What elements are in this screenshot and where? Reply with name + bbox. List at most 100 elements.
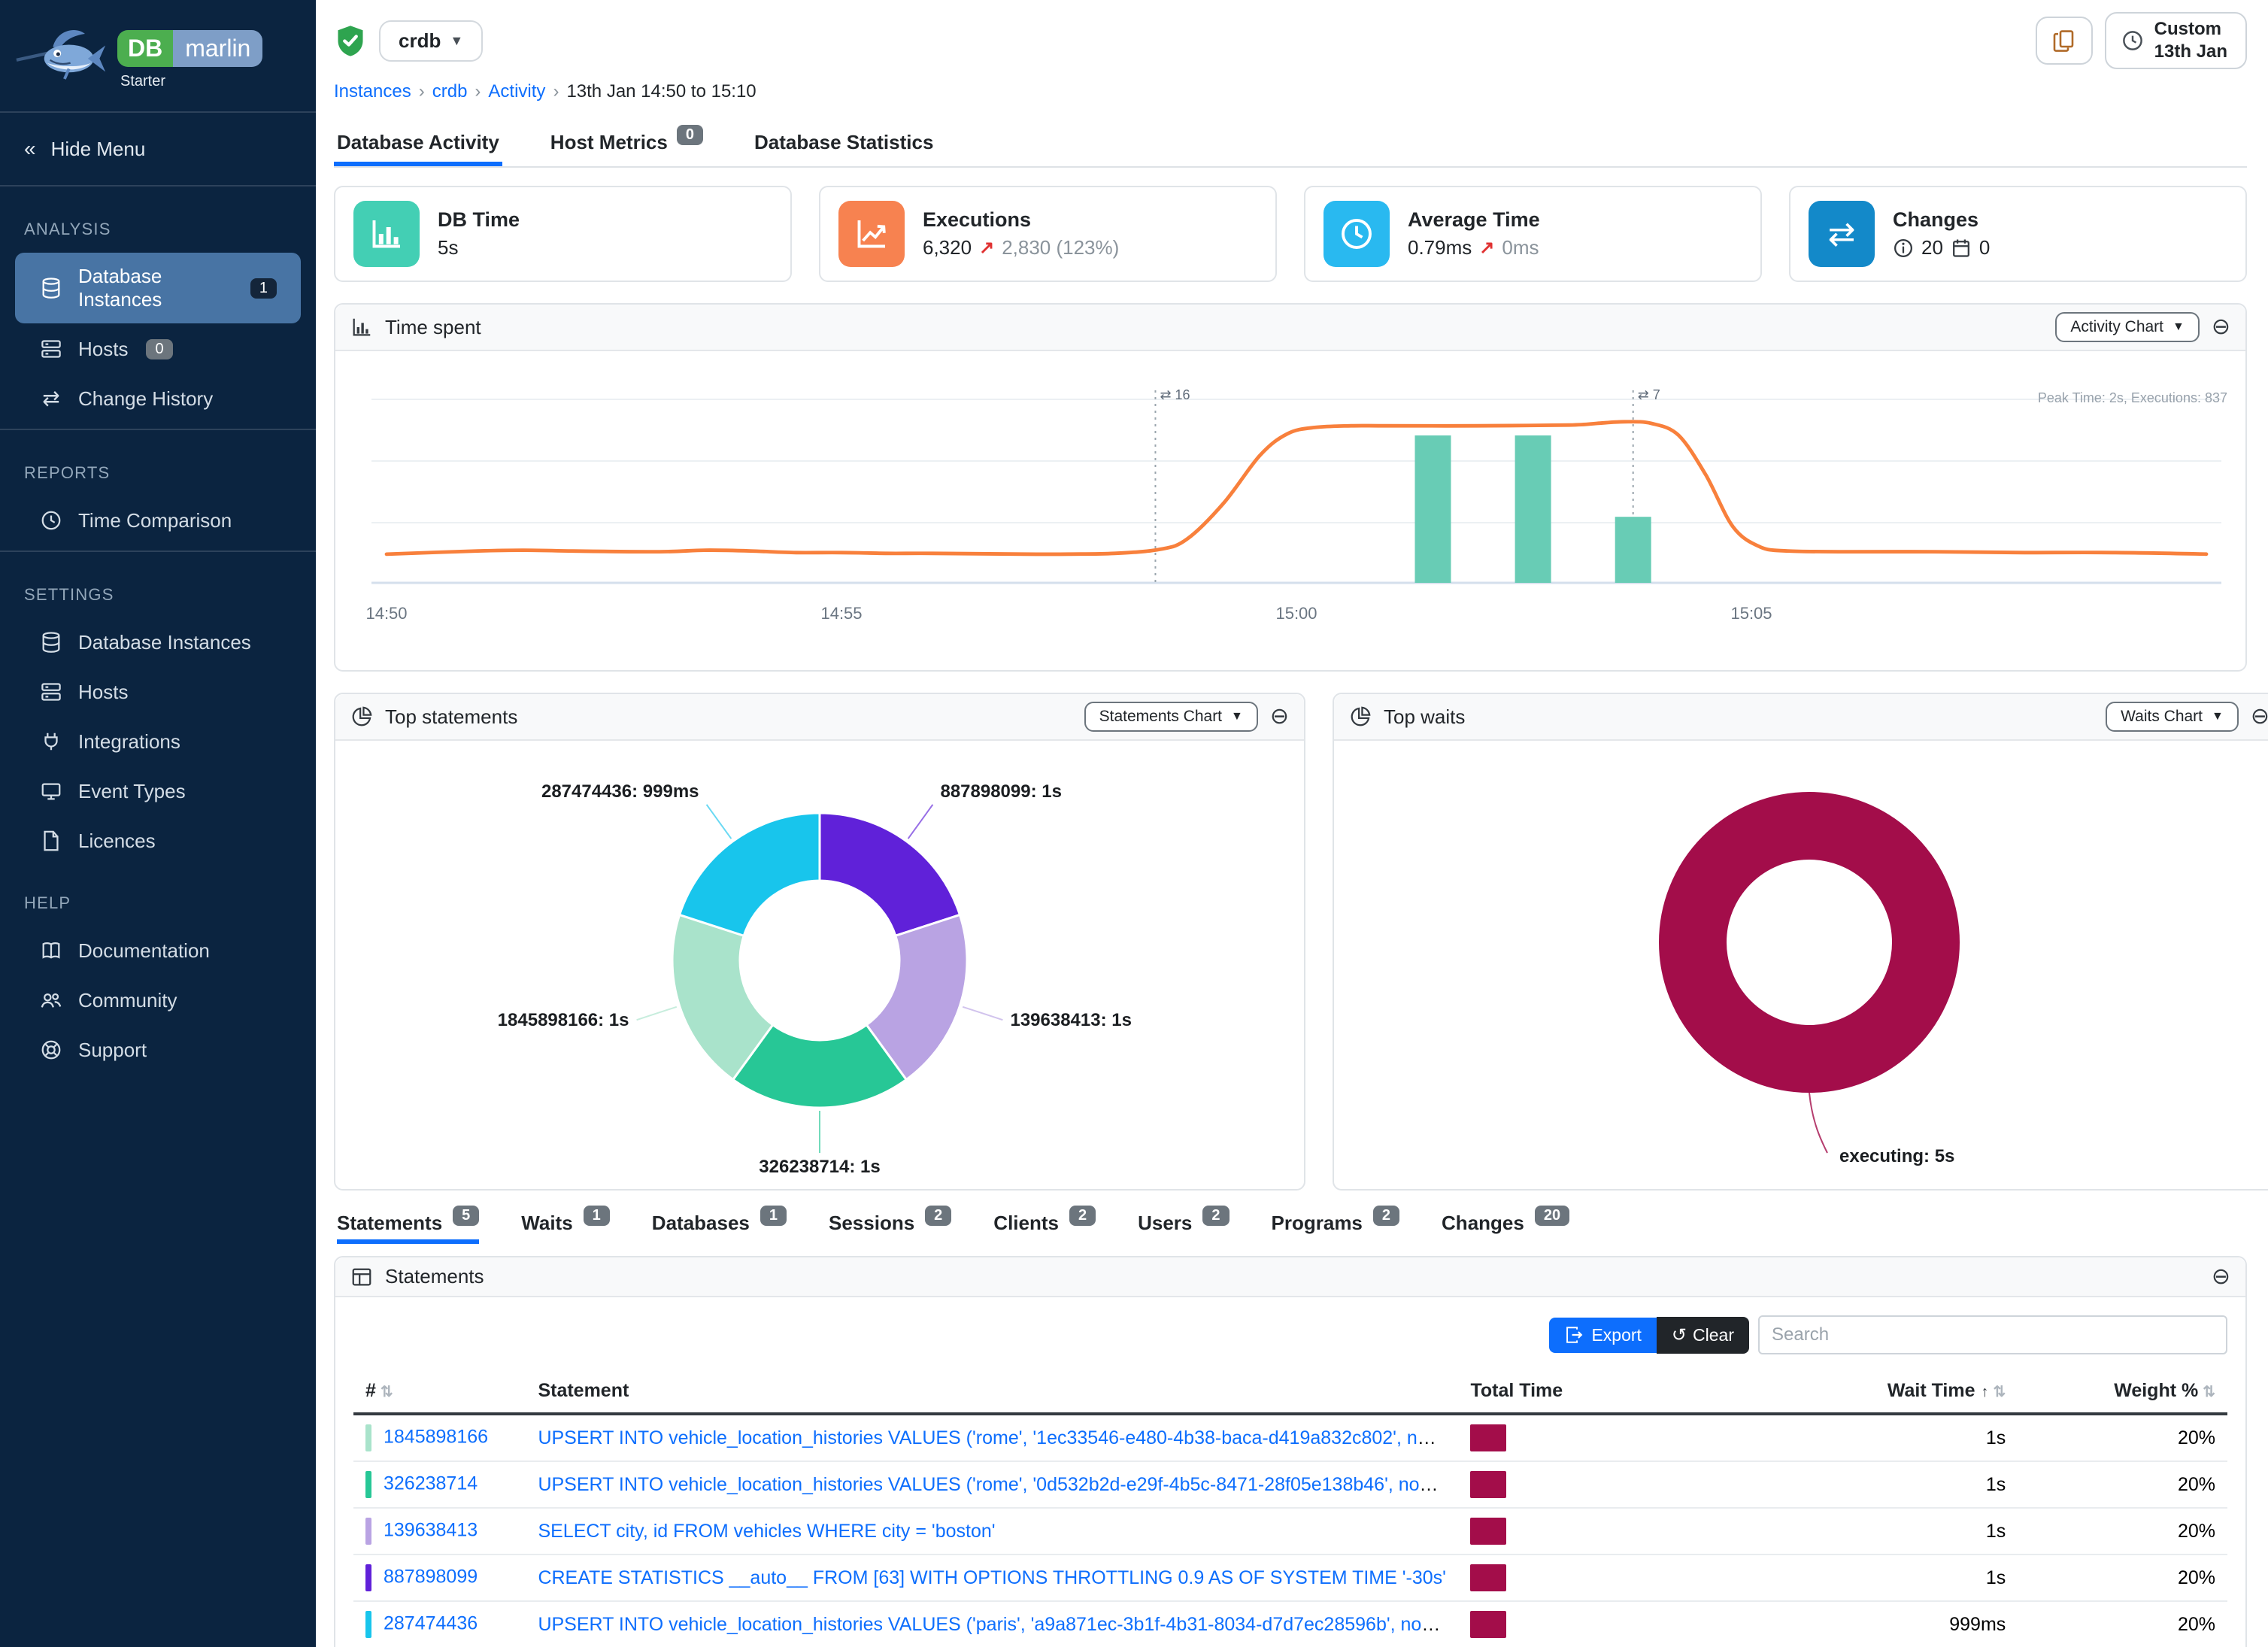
instance-selector[interactable]: crdb ▼: [379, 20, 483, 62]
statement-id-link[interactable]: 1845898166: [384, 1427, 488, 1448]
collapse-panel-icon[interactable]: ⊖: [1270, 705, 1289, 728]
count-badge: 0: [146, 339, 172, 359]
sidebar-item-database-instances[interactable]: Database Instances1: [15, 253, 301, 323]
sidebar-item-label: Hosts: [78, 338, 128, 361]
sidebar-item-change-history[interactable]: ⇄Change History: [15, 375, 301, 423]
statement-text-link[interactable]: CREATE STATISTICS __auto__ FROM [63] WIT…: [538, 1567, 1445, 1588]
tab-database-activity[interactable]: Database Activity: [334, 120, 502, 166]
breadcrumb-instances[interactable]: Instances: [334, 81, 411, 102]
collapse-panel-icon[interactable]: ⊖: [2212, 316, 2230, 338]
changes-calendar-count: 0: [1979, 236, 1990, 259]
caret-down-icon: ▼: [2212, 710, 2224, 723]
pie-chart-icon: [350, 705, 373, 728]
top-waits-donut[interactable]: executing: 5s: [1343, 747, 2268, 1186]
statements-chart-select[interactable]: Statements Chart▼: [1084, 702, 1258, 732]
marlin-fish-icon: [15, 21, 108, 90]
col-header-statement[interactable]: Statement: [526, 1369, 1458, 1414]
copy-link-button[interactable]: [2036, 17, 2093, 65]
app-window: DBmarlin Starter « Hide Menu ANALYSISDat…: [0, 0, 2268, 1647]
hide-menu-button[interactable]: « Hide Menu: [0, 119, 316, 179]
collapse-panel-icon[interactable]: ⊖: [2212, 1266, 2230, 1288]
hide-menu-label: Hide Menu: [51, 138, 146, 161]
statement-text-link[interactable]: UPSERT INTO vehicle_location_histories V…: [538, 1474, 1458, 1495]
breadcrumb-activity[interactable]: Activity: [488, 81, 545, 102]
sidebar-item-event-types[interactable]: Event Types: [15, 767, 301, 815]
statement-text-link[interactable]: UPSERT INTO vehicle_location_histories V…: [538, 1614, 1458, 1635]
sidebar-item-label: Support: [78, 1039, 147, 1062]
table-icon: [350, 1266, 373, 1288]
statement-text-link[interactable]: SELECT city, id FROM vehicles WHERE city…: [538, 1521, 995, 1542]
top-waits-panel: Top waits Waits Chart▼ ⊖ executing: 5s: [1333, 693, 2268, 1191]
donut-slice-287474436[interactable]: [680, 813, 820, 936]
card-delta: 2,830 (123%): [1002, 236, 1119, 259]
export-button[interactable]: Export: [1549, 1318, 1656, 1353]
statement-id-link[interactable]: 287474436: [384, 1613, 478, 1634]
statement-id-link[interactable]: 326238714: [384, 1473, 478, 1494]
weight-value: 20%: [2018, 1554, 2227, 1601]
brand-db: DB: [117, 30, 173, 67]
card-db-time: DB Time 5s: [334, 186, 792, 282]
tab-databases[interactable]: Databases1: [652, 1212, 787, 1244]
sidebar-item-hosts[interactable]: Hosts: [15, 668, 301, 716]
col-header-weight[interactable]: Weight %⇅: [2018, 1369, 2227, 1414]
breadcrumb-crdb[interactable]: crdb: [432, 81, 468, 102]
top-statements-donut[interactable]: 887898099: 1s139638413: 1s326238714: 1s1…: [344, 747, 1295, 1186]
tab-host-metrics[interactable]: Host Metrics0: [547, 120, 706, 166]
statements-toolbar: Export ↺ Clear: [335, 1297, 2245, 1369]
sidebar-item-time-comparison[interactable]: Time Comparison: [15, 496, 301, 544]
col-header-wait-time[interactable]: Wait Time↑⇅: [1679, 1369, 2018, 1414]
table-row: 139638413 SELECT city, id FROM vehicles W…: [353, 1508, 2227, 1554]
sidebar-item-documentation[interactable]: Documentation: [15, 927, 301, 975]
panel-title: Time spent: [385, 316, 481, 339]
sidebar-item-licences[interactable]: Licences: [15, 817, 301, 865]
breadcrumb: Instances›crdb›Activity›13th Jan 14:50 t…: [334, 81, 2247, 102]
search-input[interactable]: [1758, 1315, 2227, 1354]
sidebar-item-hosts[interactable]: Hosts 0: [15, 325, 301, 373]
change-marker-label[interactable]: ⇄ 7: [1638, 387, 1660, 402]
time-spent-header: Time spent Activity Chart▼ ⊖: [335, 305, 2245, 351]
time-range-button[interactable]: Custom 13th Jan: [2105, 12, 2247, 69]
tab-database-statistics[interactable]: Database Statistics: [751, 120, 936, 166]
statement-text-link[interactable]: UPSERT INTO vehicle_location_histories V…: [538, 1427, 1458, 1448]
tab-users[interactable]: Users2: [1138, 1212, 1229, 1244]
tab-sessions[interactable]: Sessions2: [829, 1212, 951, 1244]
statement-id-link[interactable]: 139638413: [384, 1520, 478, 1541]
wait-time-value: 1s: [1679, 1461, 2018, 1508]
tab-programs[interactable]: Programs2: [1272, 1212, 1400, 1244]
tab-waits[interactable]: Waits1: [521, 1212, 610, 1244]
col-header-id[interactable]: #⇅: [353, 1369, 526, 1414]
change-marker-label[interactable]: ⇄ 16: [1160, 387, 1190, 402]
col-header-total-time[interactable]: Total Time: [1458, 1369, 1679, 1414]
table-row: 1845898166 UPSERT INTO vehicle_location_h…: [353, 1414, 2227, 1461]
card-delta: 0ms: [1502, 236, 1539, 259]
x-axis-tick: 15:00: [1275, 604, 1317, 623]
clear-button[interactable]: ↺ Clear: [1657, 1317, 1749, 1354]
wait-time-value: 999ms: [1679, 1601, 2018, 1647]
donut-slice-887898099[interactable]: [820, 813, 960, 936]
sidebar-item-community[interactable]: Community: [15, 976, 301, 1024]
card-executions: Executions 6,320 ↗ 2,830 (123%): [819, 186, 1277, 282]
statement-id-link[interactable]: 887898099: [384, 1567, 478, 1588]
donut-slice-label: 326238714: 1s: [759, 1157, 880, 1177]
x-axis-tick: 14:55: [820, 604, 862, 623]
sidebar-item-integrations[interactable]: Integrations: [15, 717, 301, 766]
activity-chart-select[interactable]: Activity Chart▼: [2055, 312, 2200, 342]
waits-chart-select[interactable]: Waits Chart▼: [2106, 702, 2239, 732]
sort-asc-icon: ↑: [1981, 1384, 1989, 1400]
time-range-date: 13th Jan: [2154, 41, 2227, 62]
brand-marlin: marlin: [173, 30, 262, 67]
table-row: 887898099 CREATE STATISTICS __auto__ FROM…: [353, 1554, 2227, 1601]
tab-statements[interactable]: Statements5: [337, 1212, 479, 1244]
trend-up-icon: ↗: [1479, 237, 1494, 259]
caret-down-icon: ▼: [2172, 320, 2185, 334]
changes-icon: ⇄: [1809, 201, 1875, 267]
collapse-panel-icon[interactable]: ⊖: [2251, 705, 2268, 728]
tab-changes[interactable]: Changes20: [1442, 1212, 1569, 1244]
table-row: 326238714 UPSERT INTO vehicle_location_hi…: [353, 1461, 2227, 1508]
sidebar-item-database-instances[interactable]: Database Instances: [15, 618, 301, 666]
sidebar-item-support[interactable]: Support: [15, 1026, 301, 1074]
tab-clients[interactable]: Clients2: [993, 1212, 1096, 1244]
activity-chart[interactable]: ⇄ 16⇄ 714:5014:5515:0015:05: [344, 357, 2233, 661]
info-icon: [1893, 238, 1914, 259]
people-icon: [39, 988, 63, 1012]
